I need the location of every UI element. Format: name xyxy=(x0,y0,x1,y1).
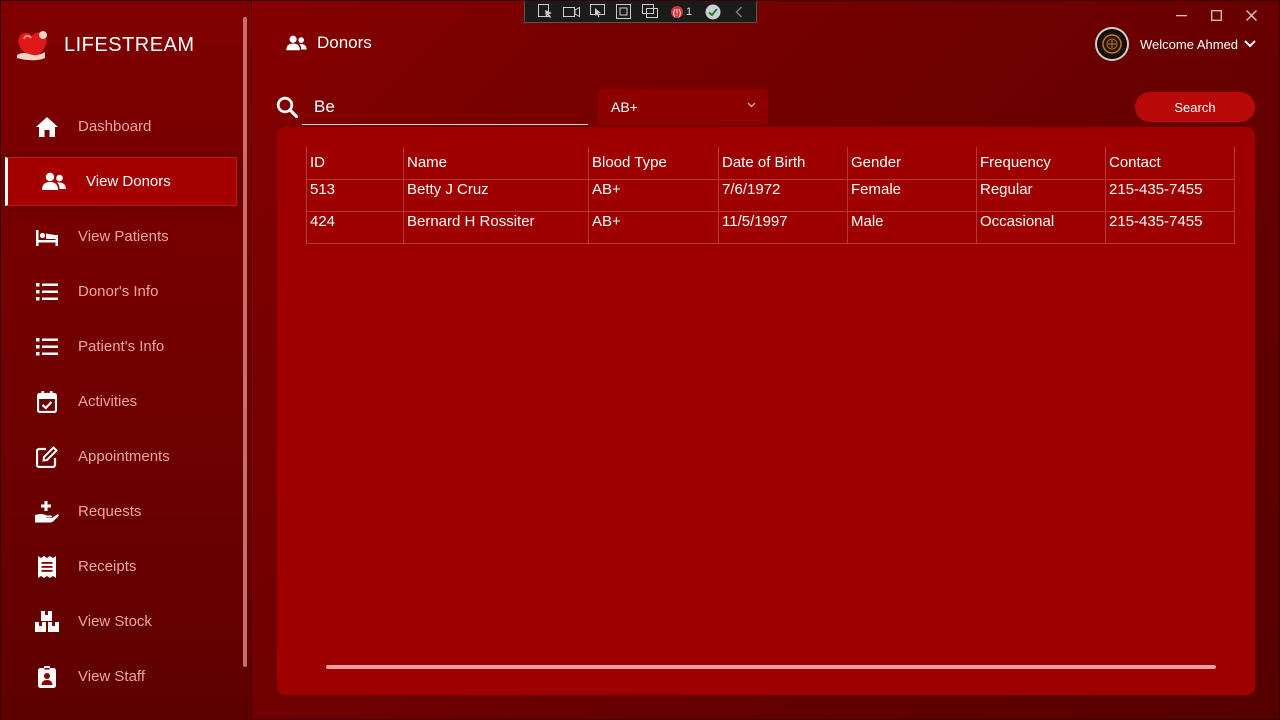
svg-text:(!): (!) xyxy=(673,7,682,17)
table-cell: Male xyxy=(847,211,977,244)
sidebar-item-view-staff[interactable]: View Staff xyxy=(1,649,241,704)
close-button[interactable] xyxy=(1234,5,1269,25)
minimize-icon xyxy=(1176,14,1187,16)
user-menu[interactable]: Welcome Ahmed xyxy=(1095,27,1256,61)
column-header-gender[interactable]: Gender xyxy=(847,147,977,180)
search-input[interactable] xyxy=(302,89,588,125)
table-row[interactable]: 424 Bernard H Rossiter AB+ 11/5/1997 Mal… xyxy=(306,211,1235,244)
sidebar-item-label: Patient's Info xyxy=(78,338,165,355)
table-cell: Bernard H Rossiter xyxy=(403,211,589,244)
pointer-select-icon[interactable] xyxy=(589,4,606,19)
table-cell: Female xyxy=(847,179,977,212)
hand-plus-icon xyxy=(35,500,59,524)
sidebar-item-receipts[interactable]: Receipts xyxy=(1,539,241,594)
sidebar: LIFESTREAM Dashboard View Donors View Pa… xyxy=(1,1,252,720)
sidebar-item-label: Dashboard xyxy=(78,118,152,135)
sidebar-item-label: Donor's Info xyxy=(78,283,159,300)
track-focus-icon[interactable] xyxy=(641,4,658,19)
avatar-emblem-icon xyxy=(1102,34,1122,54)
blood-type-select[interactable]: AB+ xyxy=(598,89,768,125)
table-header-row: ID Name Blood Type Date of Birth Gender … xyxy=(306,147,1235,180)
sidebar-item-label: View Donors xyxy=(86,173,171,190)
logo-icon xyxy=(17,31,47,61)
sidebar-item-appointments[interactable]: Appointments xyxy=(1,429,241,484)
maximize-button[interactable] xyxy=(1199,5,1234,25)
sidebar-item-label: View Staff xyxy=(78,668,145,685)
receipt-icon xyxy=(35,555,59,579)
column-header-id[interactable]: ID xyxy=(306,147,404,180)
search-icon xyxy=(276,96,298,118)
close-icon xyxy=(1246,9,1257,21)
users-icon xyxy=(286,35,307,50)
sidebar-item-dashboard[interactable]: Dashboard xyxy=(1,99,241,154)
binding-error-count: 1 xyxy=(685,5,693,18)
users-icon xyxy=(42,170,66,194)
sidebar-nav: Dashboard View Donors View Patients Dono xyxy=(1,99,241,704)
page-title: Donors xyxy=(317,33,372,52)
layout-bounds-icon[interactable] xyxy=(615,4,632,19)
page-header: Donors xyxy=(286,33,372,53)
donors-table: ID Name Blood Type Date of Birth Gender … xyxy=(306,147,1235,244)
chevron-down-icon[interactable] xyxy=(1244,40,1256,48)
home-icon xyxy=(35,115,59,139)
table-cell: 11/5/1997 xyxy=(718,211,848,244)
sidebar-item-requests[interactable]: Requests xyxy=(1,484,241,539)
check-icon[interactable] xyxy=(704,4,721,19)
table-row[interactable]: 513 Betty J Cruz AB+ 7/6/1972 Female Reg… xyxy=(306,179,1235,212)
select-element-icon[interactable] xyxy=(537,4,554,19)
minimize-button[interactable] xyxy=(1164,5,1199,25)
table-cell: 215-435-7455 xyxy=(1105,211,1235,244)
sidebar-item-label: Activities xyxy=(78,393,138,410)
blood-type-selected: AB+ xyxy=(611,99,638,115)
boxes-icon xyxy=(35,610,59,634)
table-cell: AB+ xyxy=(588,211,719,244)
table-horizontal-scrollbar[interactable] xyxy=(326,665,1216,669)
chevron-down-icon xyxy=(747,102,756,108)
maximize-icon xyxy=(1211,9,1222,21)
table-cell: Betty J Cruz xyxy=(403,179,589,212)
sidebar-item-patients-info[interactable]: Patient's Info xyxy=(1,319,241,374)
table-cell: 424 xyxy=(306,211,404,244)
sidebar-item-activities[interactable]: Activities xyxy=(1,374,241,429)
sidebar-item-view-donors[interactable]: View Donors xyxy=(5,157,237,206)
id-badge-icon xyxy=(35,665,59,689)
column-header-contact[interactable]: Contact xyxy=(1105,147,1235,180)
app-title: LIFESTREAM xyxy=(64,33,195,56)
sidebar-item-label: Requests xyxy=(78,503,142,520)
list-icon xyxy=(35,280,59,304)
debug-toolbar: (!) 1 xyxy=(524,1,757,23)
table-cell: 513 xyxy=(306,179,404,212)
table-cell: AB+ xyxy=(588,179,719,212)
table-cell: 215-435-7455 xyxy=(1105,179,1235,212)
sidebar-item-donors-info[interactable]: Donor's Info xyxy=(1,264,241,319)
table-cell: Occasional xyxy=(976,211,1106,244)
table-cell: 7/6/1972 xyxy=(718,179,848,212)
edit-icon xyxy=(35,445,59,469)
collapse-toolbar-icon[interactable] xyxy=(730,4,747,19)
binding-errors-icon[interactable]: (!) 1 xyxy=(667,4,695,19)
column-header-frequency[interactable]: Frequency xyxy=(976,147,1106,180)
list-icon xyxy=(35,335,59,359)
window-controls xyxy=(1164,5,1269,25)
camera-icon[interactable] xyxy=(563,4,580,19)
table-cell: Regular xyxy=(976,179,1106,212)
sidebar-item-label: View Patients xyxy=(78,228,169,245)
column-header-name[interactable]: Name xyxy=(403,147,589,180)
brand: LIFESTREAM xyxy=(15,27,195,63)
welcome-text: Welcome Ahmed xyxy=(1140,36,1239,52)
avatar[interactable] xyxy=(1095,27,1129,61)
calendar-check-icon xyxy=(35,390,59,414)
sidebar-scrollbar[interactable] xyxy=(243,17,247,667)
app-window: LIFESTREAM Dashboard View Donors View Pa… xyxy=(0,0,1280,720)
column-header-blood-type[interactable]: Blood Type xyxy=(588,147,719,180)
sidebar-item-label: View Stock xyxy=(78,613,152,630)
donors-table-panel: ID Name Blood Type Date of Birth Gender … xyxy=(277,127,1255,695)
bed-icon xyxy=(35,225,59,249)
sidebar-item-label: Appointments xyxy=(78,448,170,465)
search-button[interactable]: Search xyxy=(1135,92,1255,122)
column-header-date-of-birth[interactable]: Date of Birth xyxy=(718,147,848,180)
sidebar-item-view-patients[interactable]: View Patients xyxy=(1,209,241,264)
sidebar-item-view-stock[interactable]: View Stock xyxy=(1,594,241,649)
sidebar-item-label: Receipts xyxy=(78,558,137,575)
